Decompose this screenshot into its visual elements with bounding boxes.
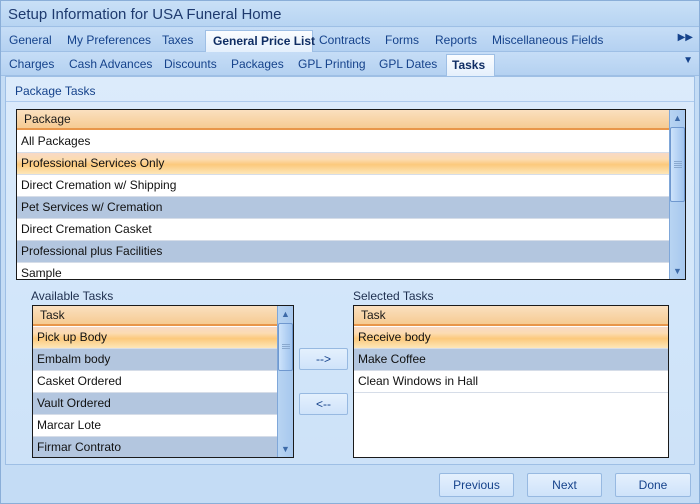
package-tasks-panel: Package Tasks Package All Packages Profe… [5,76,695,465]
packages-scrollbar[interactable]: ▲ ▼ [669,110,685,279]
scroll-up-icon[interactable]: ▲ [278,306,293,322]
selected-tasks-grid: Task Receive body Make Coffee Clean Wind… [353,305,669,458]
triangle-down-icon[interactable]: ▼ [683,55,693,66]
selected-task-row[interactable]: Clean Windows in Hall [354,371,668,393]
package-row[interactable]: Direct Cremation Casket [17,219,669,241]
scrollbar-thumb[interactable] [670,127,685,202]
tab-charges[interactable]: Charges [2,54,61,76]
tab-forms[interactable]: Forms [378,30,426,52]
window-title: Setup Information for USA Funeral Home [8,6,282,23]
tab-contracts[interactable]: Contracts [312,30,377,52]
tab-tasks[interactable]: Tasks [446,54,495,77]
add-task-button[interactable]: --> [299,348,348,370]
tab-taxes[interactable]: Taxes [155,30,200,52]
package-column-header[interactable]: Package [17,110,669,130]
available-tasks-scrollbar[interactable]: ▲ ▼ [277,306,293,457]
sub-tab-bar: Charges Cash Advances Discounts Packages… [1,52,699,77]
package-row[interactable]: All Packages [17,131,669,153]
available-task-row[interactable]: Marcar Lote [33,415,277,437]
done-button[interactable]: Done [615,473,691,497]
tab-my-preferences[interactable]: My Preferences [60,30,158,52]
next-button[interactable]: Next [527,473,602,497]
double-chevron-right-icon[interactable]: ▶▶ [678,32,693,43]
tab-reports[interactable]: Reports [428,30,484,52]
remove-task-button[interactable]: <-- [299,393,348,415]
package-row[interactable]: Pet Services w/ Cremation [17,197,669,219]
package-row[interactable]: Professional plus Facilities [17,241,669,263]
package-row[interactable]: Direct Cremation w/ Shipping [17,175,669,197]
previous-button[interactable]: Previous [439,473,514,497]
available-task-row[interactable]: Casket Ordered [33,371,277,393]
tab-general[interactable]: General [2,30,59,52]
package-row[interactable]: Professional Services Only [17,153,669,175]
tab-cash-advances[interactable]: Cash Advances [62,54,159,76]
available-tasks-label: Available Tasks [31,289,114,303]
available-task-row[interactable]: Embalm body [33,349,277,371]
scrollbar-thumb[interactable] [278,323,293,371]
selected-task-row[interactable]: Receive body [354,327,668,349]
task-column-header[interactable]: Task [354,306,668,326]
setup-window: Setup Information for USA Funeral Home G… [0,0,700,504]
available-task-row[interactable]: Vault Ordered [33,393,277,415]
divider [6,101,694,102]
selected-task-row[interactable]: Make Coffee [354,349,668,371]
tab-miscellaneous-fields[interactable]: Miscellaneous Fields [485,30,610,52]
panel-title: Package Tasks [15,84,96,98]
scroll-up-icon[interactable]: ▲ [670,110,685,126]
available-task-row[interactable]: Firmar Contrato [33,437,277,457]
package-row[interactable]: Sample [17,263,669,279]
tab-packages[interactable]: Packages [224,54,291,76]
packages-grid: Package All Packages Professional Servic… [16,109,686,280]
wizard-footer: Previous Next Done [1,465,699,503]
scroll-down-icon[interactable]: ▼ [278,441,293,457]
tab-gpl-printing[interactable]: GPL Printing [291,54,373,76]
title-bar: Setup Information for USA Funeral Home [1,1,699,27]
selected-tasks-label: Selected Tasks [353,289,434,303]
task-column-header[interactable]: Task [33,306,277,326]
scroll-down-icon[interactable]: ▼ [670,263,685,279]
tab-gpl-dates[interactable]: GPL Dates [372,54,444,76]
tab-general-price-list[interactable]: General Price List [205,30,315,53]
tab-discounts[interactable]: Discounts [157,54,224,76]
main-tab-bar: General My Preferences Taxes General Pri… [1,28,699,53]
available-tasks-grid: Task Pick up Body Embalm body Casket Ord… [32,305,294,458]
available-task-row[interactable]: Pick up Body [33,327,277,349]
